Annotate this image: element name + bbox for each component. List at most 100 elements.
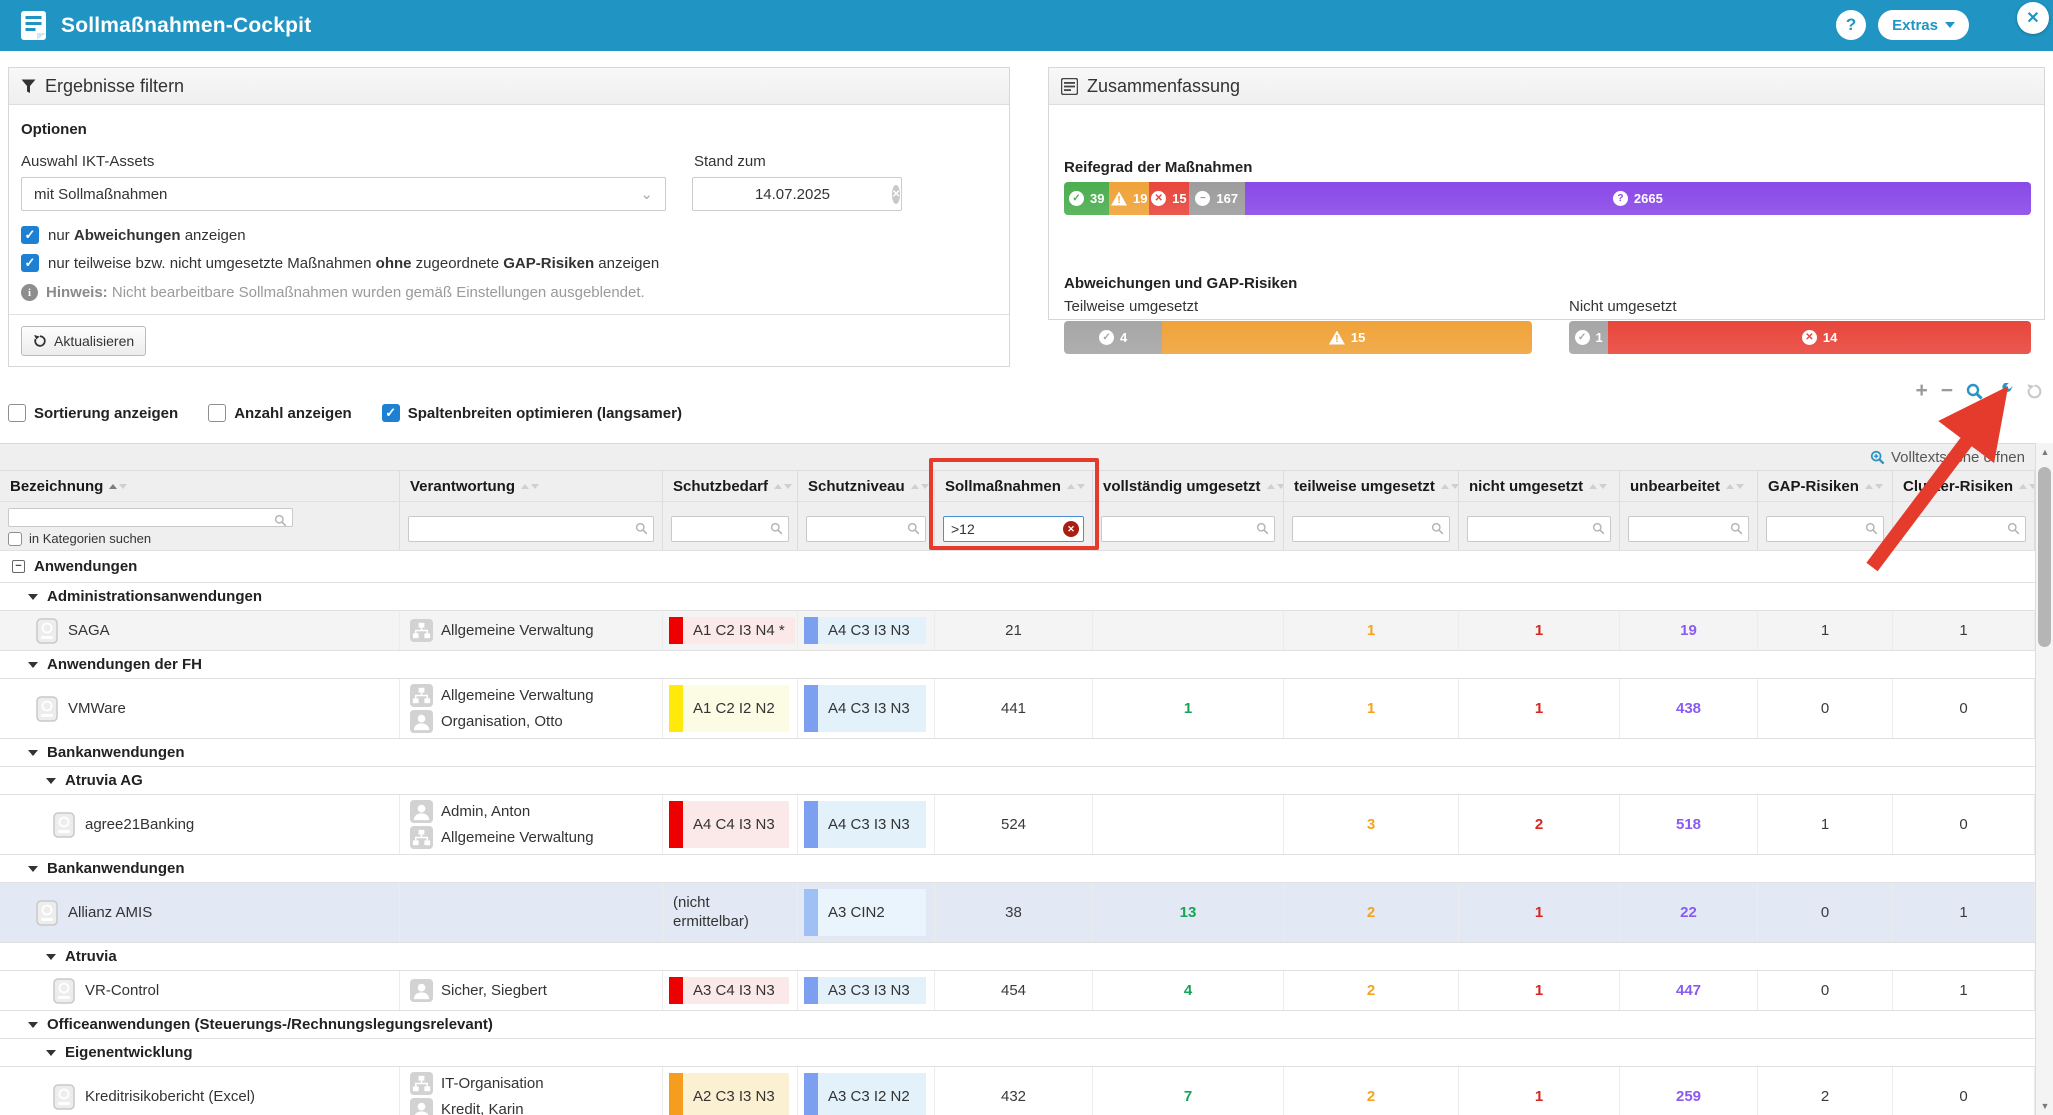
sort-icons[interactable]	[774, 484, 792, 489]
close-button[interactable]: ✕	[2017, 2, 2049, 34]
column-header-sn[interactable]: Schutzniveau	[798, 471, 935, 501]
sort-icons[interactable]	[2019, 484, 2035, 489]
table-group-row[interactable]: Atruvia	[0, 943, 2035, 971]
sort-desc-icon[interactable]	[531, 484, 539, 489]
triangle-down-icon[interactable]	[46, 954, 56, 960]
scroll-down-icon[interactable]: ▼	[2036, 1097, 2053, 1115]
table-group-row[interactable]: Eigenentwicklung	[0, 1039, 2035, 1067]
sort-asc-icon[interactable]	[1589, 484, 1597, 489]
table-group-row[interactable]: Atruvia AG	[0, 767, 2035, 795]
bezeichnung-cell[interactable]: agree21Banking	[0, 795, 400, 854]
extras-button[interactable]: Extras	[1878, 10, 1969, 40]
anzahl-checkbox[interactable]: Anzahl anzeigen	[208, 404, 352, 422]
gap-risiken-checkbox-row[interactable]: ✓ nur teilweise bzw. nicht umgesetzte Ma…	[21, 254, 659, 272]
sort-desc-icon[interactable]	[1736, 484, 1744, 489]
bezeichnung-cell[interactable]: Kreditrisikobericht (Excel)	[0, 1067, 400, 1115]
checkbox-checked-icon[interactable]: ✓	[382, 404, 400, 422]
triangle-down-icon[interactable]	[46, 778, 56, 784]
aktualisieren-button[interactable]: Aktualisieren	[21, 326, 146, 356]
checkbox-unchecked-icon[interactable]	[208, 404, 226, 422]
vertical-scrollbar[interactable]: ▲ ▼	[2035, 443, 2053, 1115]
table-group-row[interactable]: Bankanwendungen	[0, 855, 2035, 883]
sort-desc-icon[interactable]	[1451, 484, 1459, 489]
sort-desc-icon[interactable]	[1077, 484, 1085, 489]
column-header-sb[interactable]: Schutzbedarf	[663, 471, 798, 501]
search-icon[interactable]	[1966, 383, 1983, 400]
abweichungen-checkbox-row[interactable]: ✓ nur Abweichungen anzeigen	[21, 226, 246, 244]
bezeichnung-cell[interactable]: Allianz AMIS	[0, 883, 400, 942]
sort-desc-icon[interactable]	[1875, 484, 1883, 489]
expand-all-icon[interactable]: +	[1915, 382, 1927, 400]
table-group-row[interactable]: Anwendungen der FH	[0, 651, 2035, 679]
triangle-down-icon[interactable]	[28, 662, 38, 668]
sort-icons[interactable]	[911, 484, 929, 489]
fulltext-search-link[interactable]: Volltextsuche öffnen	[0, 444, 2035, 471]
sort-asc-icon[interactable]	[2019, 484, 2027, 489]
sort-desc-icon[interactable]	[921, 484, 929, 489]
checkbox-unchecked-icon[interactable]	[8, 404, 26, 422]
bezeichnung-cell[interactable]: VR-Control	[0, 971, 400, 1010]
triangle-down-icon[interactable]	[28, 866, 38, 872]
column-header-voll[interactable]: vollständig umgesetzt	[1093, 471, 1284, 501]
sort-icons[interactable]	[1267, 484, 1284, 489]
column-header-nicht[interactable]: nicht umgesetzt	[1459, 471, 1620, 501]
sort-asc-icon[interactable]	[109, 484, 117, 489]
triangle-down-icon[interactable]	[28, 1022, 38, 1028]
sort-asc-icon[interactable]	[774, 484, 782, 489]
sort-icons[interactable]	[1726, 484, 1744, 489]
bezeichnung-cell[interactable]: SAGA	[0, 611, 400, 650]
sort-icons[interactable]	[109, 484, 127, 489]
scroll-up-icon[interactable]: ▲	[2036, 443, 2053, 461]
wrench-icon[interactable]	[1996, 383, 2013, 400]
sort-asc-icon[interactable]	[1067, 484, 1075, 489]
table-group-row[interactable]: Bankanwendungen	[0, 739, 2035, 767]
sort-asc-icon[interactable]	[911, 484, 919, 489]
spaltenbreiten-checkbox[interactable]: ✓Spaltenbreiten optimieren (langsamer)	[382, 404, 682, 422]
sort-icons[interactable]	[521, 484, 539, 489]
column-header-teil[interactable]: teilweise umgesetzt	[1284, 471, 1459, 501]
sort-icons[interactable]	[1589, 484, 1607, 489]
sortierung-checkbox[interactable]: Sortierung anzeigen	[8, 404, 178, 422]
sort-desc-icon[interactable]	[119, 484, 127, 489]
table-group-row[interactable]: −Anwendungen	[0, 551, 2035, 583]
clear-filter-icon[interactable]: ✕	[1063, 521, 1079, 537]
filter-input-nicht[interactable]	[1467, 516, 1611, 542]
triangle-down-icon[interactable]	[28, 594, 38, 600]
sort-asc-icon[interactable]	[1726, 484, 1734, 489]
ikt-assets-select[interactable]: mit Sollmaßnahmen ⌄	[21, 177, 666, 211]
help-button[interactable]: ?	[1836, 10, 1866, 40]
checkbox-unchecked-icon[interactable]	[8, 532, 22, 546]
sort-desc-icon[interactable]	[784, 484, 792, 489]
filter-input-resp[interactable]	[408, 516, 654, 542]
sort-icons[interactable]	[1441, 484, 1459, 489]
sort-asc-icon[interactable]	[521, 484, 529, 489]
sort-desc-icon[interactable]	[1277, 484, 1284, 489]
collapse-all-icon[interactable]: −	[1941, 382, 1953, 400]
column-header-cluster[interactable]: Cluster-Risiken	[1893, 471, 2035, 501]
sort-icons[interactable]	[1865, 484, 1883, 489]
table-row[interactable]: Allianz AMIS(nicht ermittelbar)A3 CIN238…	[0, 883, 2035, 943]
sort-desc-icon[interactable]	[1599, 484, 1607, 489]
table-row[interactable]: VMWareAllgemeine VerwaltungOrganisation,…	[0, 679, 2035, 739]
sort-asc-icon[interactable]	[1865, 484, 1873, 489]
sort-asc-icon[interactable]	[1267, 484, 1275, 489]
column-header-bez[interactable]: Bezeichnung	[0, 471, 400, 501]
table-row[interactable]: Kreditrisikobericht (Excel)IT-Organisati…	[0, 1067, 2035, 1115]
sort-icons[interactable]	[1067, 484, 1085, 489]
filter-input-teil[interactable]	[1292, 516, 1450, 542]
filter-input-bez[interactable]	[8, 508, 293, 527]
bezeichnung-cell[interactable]: VMWare	[0, 679, 400, 738]
stand-zum-input[interactable]	[693, 186, 892, 203]
column-header-soll[interactable]: Sollmaßnahmen	[935, 471, 1093, 501]
table-row[interactable]: VR-ControlSicher, SiegbertA3 C4 I3 N3A3 …	[0, 971, 2035, 1011]
column-header-gap[interactable]: GAP-Risiken	[1758, 471, 1893, 501]
table-row[interactable]: agree21BankingAdmin, AntonAllgemeine Ver…	[0, 795, 2035, 855]
triangle-down-icon[interactable]	[46, 1050, 56, 1056]
kategorien-checkbox[interactable]: in Kategorien suchen	[8, 531, 391, 546]
sort-asc-icon[interactable]	[1441, 484, 1449, 489]
table-group-row[interactable]: Administrationsanwendungen	[0, 583, 2035, 611]
filter-input-voll[interactable]	[1101, 516, 1275, 542]
table-group-row[interactable]: Officeanwendungen (Steuerungs-/Rechnungs…	[0, 1011, 2035, 1039]
column-header-resp[interactable]: Verantwortung	[400, 471, 663, 501]
clear-date-icon[interactable]: ✕	[892, 185, 900, 204]
